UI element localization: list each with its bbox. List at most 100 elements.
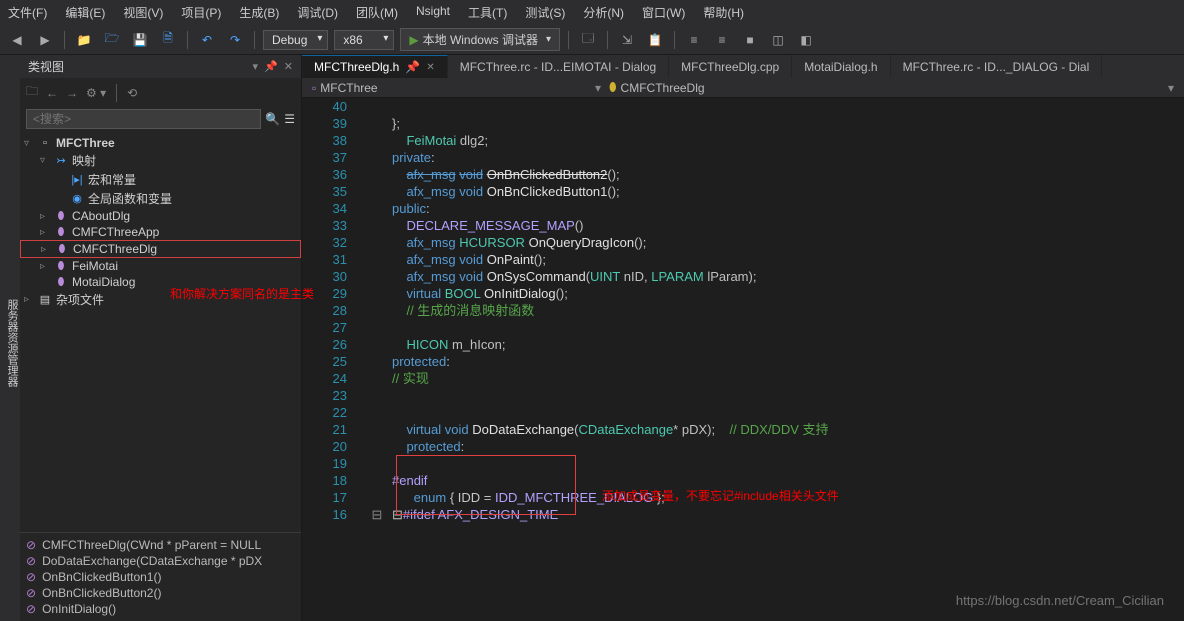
nav-fwd-icon[interactable]: ▶ [34, 29, 56, 51]
bookmark-icon[interactable]: ◧ [795, 29, 817, 51]
editor-tab[interactable]: MotaiDialog.h [792, 55, 890, 78]
crumb-class[interactable]: ⬮CMFCThreeDlg [609, 80, 705, 95]
tree-node[interactable]: ▹⬮CMFCThreeDlg [20, 240, 301, 258]
editor-area: MFCThreeDlg.h📌✕MFCThree.rc - ID...EIMOTA… [302, 55, 1184, 621]
menu-item[interactable]: 生成(B) [239, 4, 279, 21]
save-all-icon[interactable]: 🗎 [157, 29, 179, 51]
annotation-1: 和你解决方案同名的是主类 [170, 285, 314, 302]
undo-icon[interactable]: ↶ [196, 29, 218, 51]
code-line[interactable]: 25protected: [302, 353, 1184, 370]
menu-bar: 文件(F) 编辑(E) 视图(V) 项目(P) 生成(B) 调试(D) 团队(M) Nsigh… [0, 0, 1184, 25]
open-icon[interactable]: 🗁 [101, 29, 123, 51]
outdent-icon[interactable]: ≡ [711, 29, 733, 51]
code-line[interactable]: 16⊟⊟#ifdef AFX_DESIGN_TIME [302, 506, 1184, 523]
members-panel: ⊘CMFCThreeDlg(CWnd * pParent = NULL⊘DoDa… [20, 532, 301, 621]
code-line[interactable]: 19 [302, 455, 1184, 472]
code-line[interactable]: 36 afx_msg void OnBnClickedButton2(); [302, 166, 1184, 183]
indent-icon[interactable]: ≡ [683, 29, 705, 51]
member-item[interactable]: ⊘DoDataExchange(CDataExchange * pDX [20, 553, 301, 569]
editor-tab[interactable]: MFCThree.rc - ID...EIMOTAI - Dialog [448, 55, 669, 78]
menu-item[interactable]: 分析(N) [583, 4, 624, 21]
process-icon[interactable]: 🗔 [577, 29, 599, 51]
menu-item[interactable]: 文件(F) [8, 4, 47, 21]
tree-node[interactable]: ◉全局函数和变量 [20, 189, 301, 208]
platform-combo[interactable]: x86 [334, 30, 394, 50]
code-line[interactable]: 33 DECLARE_MESSAGE_MAP() [302, 217, 1184, 234]
comment-icon[interactable]: ■ [739, 29, 761, 51]
uncomment-icon[interactable]: ◫ [767, 29, 789, 51]
redo-icon[interactable]: ↷ [224, 29, 246, 51]
code-line[interactable]: 32 afx_msg HCURSOR OnQueryDragIcon(); [302, 234, 1184, 251]
sidebar: 类视图 ▾ 📌 ✕ 🗀 ← → ⚙ ▾ ⟲ 🔍 ☰ ▿▫MFCThree▿↣映射… [20, 55, 302, 621]
code-line[interactable]: 30 afx_msg void OnSysCommand(UINT nID, L… [302, 268, 1184, 285]
step2-icon[interactable]: 📋 [644, 29, 666, 51]
tree-node[interactable]: ▹⬮CMFCThreeApp [20, 224, 301, 240]
menu-item[interactable]: 调试(D) [297, 4, 338, 21]
tree-node[interactable]: ▿▫MFCThree [20, 135, 301, 151]
debugger-label: 本地 Windows 调试器 [423, 31, 538, 48]
panel-header: 类视图 ▾ 📌 ✕ [20, 55, 301, 78]
tree-node[interactable]: ▹⬮CAboutDlg [20, 208, 301, 224]
code-line[interactable]: 22 [302, 404, 1184, 421]
config-combo[interactable]: Debug [263, 30, 328, 50]
tab-bar: MFCThreeDlg.h📌✕MFCThree.rc - ID...EIMOTA… [302, 55, 1184, 78]
save-icon[interactable]: 💾 [129, 29, 151, 51]
tree-node[interactable]: ▹⬮FeiMotai [20, 258, 301, 274]
code-line[interactable]: 40 [302, 98, 1184, 115]
member-item[interactable]: ⊘OnBnClickedButton2() [20, 585, 301, 601]
menu-item[interactable]: Nsight [416, 4, 450, 21]
panel-title: 类视图 [28, 58, 64, 75]
menu-item[interactable]: 窗口(W) [642, 4, 685, 21]
vertical-tab[interactable]: 服务器资源管理器 [0, 55, 20, 621]
code-line[interactable]: 34public: [302, 200, 1184, 217]
nav-back-icon[interactable]: ◀ [6, 29, 28, 51]
pin-icon[interactable]: 📌 [264, 60, 278, 73]
editor-tab[interactable]: MFCThreeDlg.h📌✕ [302, 55, 448, 78]
member-item[interactable]: ⊘OnInitDialog() [20, 601, 301, 617]
code-line[interactable]: 35 afx_msg void OnBnClickedButton1(); [302, 183, 1184, 200]
filter-icon[interactable]: ☰ [284, 112, 295, 126]
member-item[interactable]: ⊘OnBnClickedButton1() [20, 569, 301, 585]
code-line[interactable]: 38 FeiMotai dlg2; [302, 132, 1184, 149]
code-line[interactable]: 37private: [302, 149, 1184, 166]
tree-node[interactable]: |▸|宏和常量 [20, 170, 301, 189]
menu-item[interactable]: 项目(P) [181, 4, 221, 21]
new-folder-icon[interactable]: 🗀 [26, 82, 38, 103]
search-go-icon[interactable]: 🔍 [265, 112, 280, 126]
new-project-icon[interactable]: 📁 [73, 29, 95, 51]
code-line[interactable]: 23 [302, 387, 1184, 404]
search-input[interactable] [26, 109, 261, 129]
editor-tab[interactable]: MFCThreeDlg.cpp [669, 55, 792, 78]
menu-item[interactable]: 工具(T) [468, 4, 507, 21]
code-line[interactable]: 27 [302, 319, 1184, 336]
member-item[interactable]: ⊘CMFCThreeDlg(CWnd * pParent = NULL [20, 537, 301, 553]
code-line[interactable]: 24// 实现 [302, 370, 1184, 387]
code-line[interactable]: 28 // 生成的消息映射函数 [302, 302, 1184, 319]
step-icon[interactable]: ⇲ [616, 29, 638, 51]
code-line[interactable]: 18#endif [302, 472, 1184, 489]
code-line[interactable]: 29 virtual BOOL OnInitDialog(); [302, 285, 1184, 302]
menu-item[interactable]: 测试(S) [525, 4, 565, 21]
refresh-icon[interactable]: ⟲ [127, 86, 137, 100]
editor-tab[interactable]: MFCThree.rc - ID..._DIALOG - Dial [891, 55, 1103, 78]
code-line[interactable]: 20 protected: [302, 438, 1184, 455]
code-editor[interactable]: 4039};38 FeiMotai dlg2;37private:36 afx_… [302, 98, 1184, 621]
crumb-project[interactable]: ▫MFCThree [312, 81, 378, 95]
code-line[interactable]: 26 HICON m_hIcon; [302, 336, 1184, 353]
menu-item[interactable]: 视图(V) [123, 4, 163, 21]
toolbar: ◀ ▶ 📁 🗁 💾 🗎 ↶ ↷ Debug x86 ▶本地 Windows 调试… [0, 25, 1184, 55]
code-line[interactable]: 31 afx_msg void OnPaint(); [302, 251, 1184, 268]
watermark: https://blog.csdn.net/Cream_Cicilian [956, 592, 1164, 609]
menu-item[interactable]: 编辑(E) [65, 4, 105, 21]
code-line[interactable]: 21 virtual void DoDataExchange(CDataExch… [302, 421, 1184, 438]
close-icon[interactable]: ✕ [284, 60, 293, 73]
dropdown-icon[interactable]: ▾ [253, 60, 259, 73]
menu-item[interactable]: 团队(M) [356, 4, 398, 21]
back-arrow-icon[interactable]: ← [46, 86, 58, 100]
menu-item[interactable]: 帮助(H) [703, 4, 744, 21]
settings-icon[interactable]: ⚙ ▾ [86, 86, 106, 100]
tree-node[interactable]: ▿↣映射 [20, 151, 301, 170]
start-debugger-button[interactable]: ▶本地 Windows 调试器▾ [400, 28, 560, 51]
code-line[interactable]: 39}; [302, 115, 1184, 132]
fwd-arrow-icon[interactable]: → [66, 86, 78, 100]
